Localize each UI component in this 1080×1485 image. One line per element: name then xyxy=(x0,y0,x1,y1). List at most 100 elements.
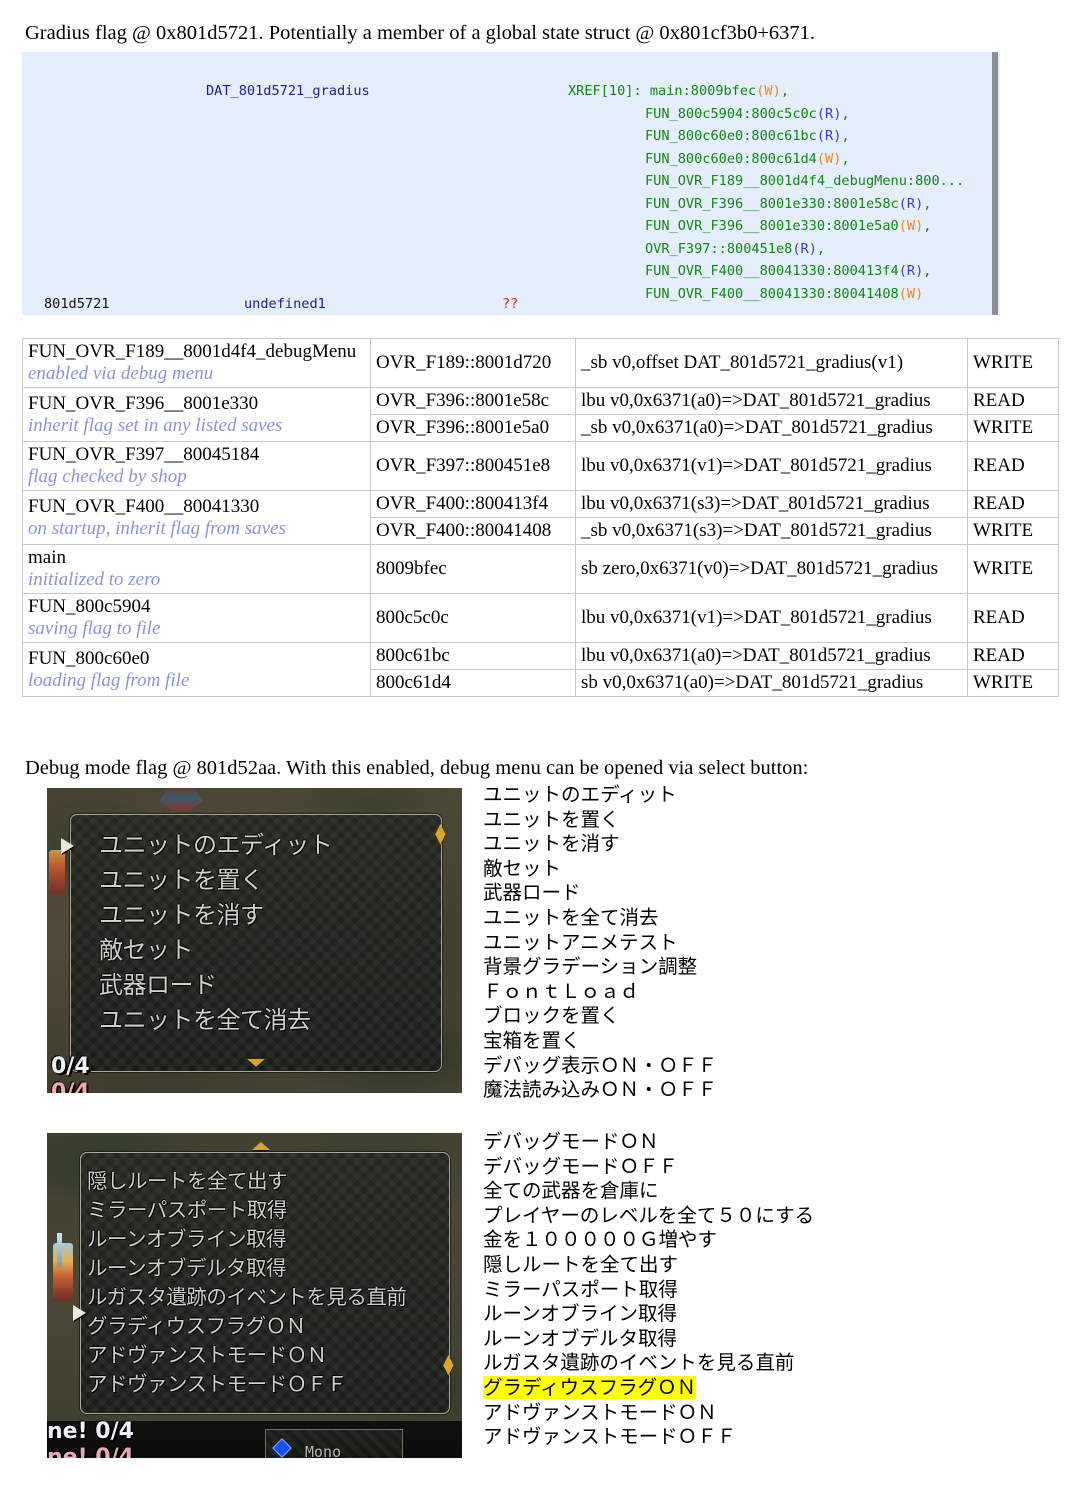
cell-operation: WRITE xyxy=(967,517,1059,546)
cell-function: FUN_OVR_F400__80041330 on startup, inheri… xyxy=(22,490,371,546)
transcript-line: 宝箱を置く xyxy=(483,1028,581,1052)
function-name: FUN_800c60e0 xyxy=(28,647,150,669)
menu-scroll-indicator-2[interactable]: ▲ ▼ xyxy=(443,1353,454,1377)
xref-reference[interactable]: FUN_OVR_F189__8001d4f4_debugMenu:800... xyxy=(645,173,964,189)
cell-operation: READ xyxy=(967,593,1059,644)
game-menu-item[interactable]: ルガスタ遺跡のイベントを見る直前 xyxy=(87,1286,407,1309)
transcript-line: デバッグ表示ＯＮ・ＯＦＦ xyxy=(483,1053,718,1077)
transcript-text: アドヴァンストモードＯＦＦ xyxy=(483,1425,737,1449)
xref-reference[interactable]: FUN_OVR_F396__8001e330:8001e5a0 xyxy=(645,218,899,234)
transcript-line: ルガスタ遺跡のイベントを見る直前 xyxy=(483,1351,814,1376)
transcript-line: グラディウスフラグＯＮ xyxy=(483,1375,814,1401)
table-row: FUN_OVR_F397__80045184 flag checked by sh… xyxy=(22,441,1059,492)
menu-scroll-down-arrow-1[interactable] xyxy=(247,1059,265,1067)
cell-address: OVR_F189::8001d720 xyxy=(370,337,576,389)
table-row: FUN_800c60e0 loading flag from file 800c61… xyxy=(22,642,1059,698)
xref-reference[interactable]: FUN_800c60e0:800c61bc xyxy=(645,128,817,144)
cell-operation: WRITE xyxy=(967,669,1059,698)
game-menu-item[interactable]: ルーンオブデルタ取得 xyxy=(87,1257,286,1280)
cell-instruction: _sb v0,offset DAT_801d5721_gradius(v1) xyxy=(575,337,968,389)
cell-address: OVR_F400::80041408 xyxy=(370,517,576,546)
xref-separator: , xyxy=(841,150,850,167)
xref-reference[interactable]: FUN_OVR_F400__80041330:800413f4 xyxy=(645,263,899,279)
xref-separator: , xyxy=(923,195,932,212)
xref-table: FUN_OVR_F189__8001d4f4_debugMenu enabled … xyxy=(22,337,1059,698)
game-menu-item[interactable]: ルーンオブライン取得 xyxy=(87,1228,286,1251)
transcript-line: ユニットのエディット xyxy=(483,783,677,806)
xref-reference[interactable]: FUN_OVR_F396__8001e330:8001e58c xyxy=(645,196,899,212)
xref-table-body: FUN_OVR_F189__8001d4f4_debugMenu enabled … xyxy=(22,337,1059,698)
listing-scrollbar-thumb[interactable] xyxy=(992,52,998,315)
game-menu-item[interactable]: アドヴァンストモードＯＦＦ xyxy=(87,1373,347,1396)
transcript-text: 全ての武器を倉庫に xyxy=(483,1179,659,1203)
xref-access-read: (R) xyxy=(898,195,924,212)
transcript-line: ミラーパスポート取得 xyxy=(483,1278,814,1303)
xref-access-read: (R) xyxy=(898,263,924,279)
function-name: FUN_OVR_F400__80041330 xyxy=(28,495,260,517)
cell-function: main initialized to zero xyxy=(22,544,371,595)
transcript-line: ユニットを置く xyxy=(483,807,620,831)
transcript-line: ルーンオブデルタ取得 xyxy=(483,1327,814,1352)
xref-reference[interactable]: FUN_800c5904:800c5c0c xyxy=(645,106,817,122)
map-sprite-sword xyxy=(57,1233,62,1267)
game-menu-item[interactable]: ユニットを置く xyxy=(99,868,264,892)
game-menu-item[interactable]: 隠しルートを全て出す xyxy=(87,1170,288,1193)
cell-instruction: _sb v0,0x6371(s3)=>DAT_801d5721_gradius xyxy=(575,517,968,546)
data-type: undefined1 xyxy=(244,296,326,312)
transcript-text: ルーンオブデルタ取得 xyxy=(483,1326,678,1350)
xref-line: OVR_F397::800451e8(R), xyxy=(568,238,964,261)
xref-reference[interactable]: FUN_800c60e0:800c61d4 xyxy=(645,151,817,167)
cell-instruction: _sb v0,0x6371(a0)=>DAT_801d5721_gradius xyxy=(575,414,968,443)
listing-scrollbar-track[interactable] xyxy=(990,52,1000,315)
menu-cursor-1 xyxy=(61,838,74,854)
xref-line: FUN_OVR_F189__8001d4f4_debugMenu:800... xyxy=(568,170,964,193)
menu-scroll-indicator-1[interactable]: ▲ ▼ xyxy=(435,822,446,846)
function-note: inherit flag set in any listed saves xyxy=(28,414,283,436)
game-menu-item[interactable]: 武器ロード xyxy=(99,973,217,997)
xref-reference[interactable]: OVR_F397::800451e8 xyxy=(645,241,792,257)
xref-access-read: (R) xyxy=(816,105,842,122)
game-menu-item[interactable]: 敵セット xyxy=(99,938,194,962)
xref-access-write: (W) xyxy=(898,218,924,234)
game-menu-item[interactable]: アドヴァンストモードＯＮ xyxy=(87,1344,327,1367)
menu-scroll-up-arrow-2[interactable] xyxy=(252,1142,270,1150)
cell-instruction: lbu v0,0x6371(a0)=>DAT_801d5721_gradius xyxy=(575,387,968,416)
transcript-line: 全ての武器を倉庫に xyxy=(483,1179,814,1204)
cell-instruction: lbu v0,0x6371(a0)=>DAT_801d5721_gradius xyxy=(575,642,968,671)
transcript-line: 金を１０００００Ｇ増やす xyxy=(483,1228,814,1253)
document-page: Gradius flag @ 0x801d5721. Potentially a… xyxy=(0,0,1080,1485)
transcript-text: 金を１０００００Ｇ増やす xyxy=(483,1228,718,1252)
xref-line: FUN_800c5904:800c5c0c(R), xyxy=(568,103,964,126)
game-menu-item[interactable]: ミラーパスポート取得 xyxy=(87,1199,287,1222)
game-menu-item[interactable]: ユニットを全て消去 xyxy=(99,1008,311,1032)
cell-function: FUN_800c5904 saving flag to file xyxy=(22,593,371,644)
transcript-line: ユニットを消す xyxy=(483,832,620,856)
table-row: FUN_800c5904 saving flag to file 800c5c0c l… xyxy=(22,593,1059,644)
transcript-line: アドヴァンストモードＯＦＦ xyxy=(483,1425,814,1450)
hud-counter-1: 0/4 xyxy=(51,1054,90,1079)
cell-function: FUN_800c60e0 loading flag from file xyxy=(22,642,371,698)
cell-function: FUN_OVR_F189__8001d4f4_debugMenu enabled … xyxy=(22,337,371,389)
transcript-line: デバッグモードＯＮ xyxy=(483,1130,814,1155)
xref-line: FUN_OVR_F396__8001e330:8001e58c(R), xyxy=(568,193,964,216)
game-menu-item[interactable]: ユニットを消す xyxy=(99,903,264,927)
game-menu-item[interactable]: ユニットのエディット xyxy=(99,833,333,857)
transcript-line: 隠しルートを全て出す xyxy=(483,1253,814,1278)
cell-operation: READ xyxy=(967,387,1059,416)
transcript-text: 隠しルートを全て出す xyxy=(483,1252,679,1276)
game-menu-item[interactable]: グラディウスフラグＯＮ xyxy=(87,1315,306,1338)
function-name: FUN_OVR_F396__8001e330 xyxy=(28,392,259,414)
xref-line: FUN_800c60e0:800c61bc(R), xyxy=(568,125,964,148)
cell-address: 800c61bc xyxy=(370,642,576,671)
xref-reference[interactable]: FUN_OVR_F400__80041330:80041408 xyxy=(645,286,899,302)
transcript-line: ユニットアニメテスト xyxy=(483,930,678,954)
transcript-text: プレイヤーのレベルを全て５０にする xyxy=(483,1203,815,1227)
cell-address: OVR_F396::8001e58c xyxy=(370,387,576,416)
debug-menu-transcript-1: ユニットのエディット ユニットを置く ユニットを消す 敵セット 武器ロード ユニットを全て… xyxy=(483,783,717,1103)
transcript-text: ルガスタ遺跡のイベントを見る直前 xyxy=(483,1351,795,1375)
table-row: main initialized to zero 8009bfec sb zero,0… xyxy=(22,544,1059,595)
xref-separator: , xyxy=(780,83,789,99)
highlighted-transcript-line: グラディウスフラグＯＮ xyxy=(483,1375,697,1399)
xref-reference[interactable]: main:8009bfec xyxy=(650,83,756,99)
table-row: FUN_OVR_F400__80041330 on startup, inheri… xyxy=(22,490,1059,546)
